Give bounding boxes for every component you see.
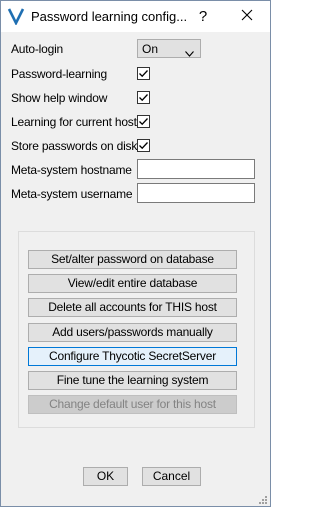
meta-hostname-label: Meta-system hostname [11, 163, 132, 177]
checkmark-icon [139, 142, 148, 150]
add-users-passwords-button[interactable]: Add users/passwords manually [28, 323, 237, 342]
checkmark-icon [139, 94, 148, 102]
chevron-down-icon [185, 46, 194, 57]
checkmark-icon [139, 70, 148, 78]
password-learning-dialog: Password learning config... ? Auto-login… [0, 0, 271, 507]
cancel-button[interactable]: Cancel [142, 467, 201, 486]
meta-username-label: Meta-system username [11, 187, 133, 201]
delete-host-accounts-button[interactable]: Delete all accounts for THIS host [28, 298, 237, 317]
password-learning-label: Password-learning [11, 67, 107, 81]
auto-login-value: On [142, 42, 159, 56]
view-edit-database-button[interactable]: View/edit entire database [28, 274, 237, 293]
fine-tune-learning-button[interactable]: Fine tune the learning system [28, 371, 237, 390]
learning-current-host-checkbox[interactable] [137, 115, 150, 128]
configure-secretserver-button[interactable]: Configure Thycotic SecretServer [28, 347, 237, 366]
title-bar[interactable]: Password learning config... ? [1, 1, 270, 32]
v-logo-icon [7, 7, 25, 26]
help-button[interactable]: ? [189, 4, 217, 28]
checkmark-icon [139, 118, 148, 126]
store-passwords-checkbox[interactable] [137, 139, 150, 152]
resize-grip-icon[interactable] [258, 494, 268, 504]
meta-username-input[interactable] [137, 183, 255, 203]
change-default-user-button: Change default user for this host [28, 395, 237, 414]
close-icon [241, 8, 253, 25]
show-help-window-label: Show help window [11, 91, 108, 105]
close-button[interactable] [233, 4, 261, 28]
password-learning-checkbox[interactable] [137, 67, 150, 80]
ok-button[interactable]: OK [83, 467, 128, 486]
meta-hostname-input[interactable] [137, 159, 255, 179]
auto-login-select[interactable]: On [137, 39, 201, 58]
window-title: Password learning config... [31, 9, 188, 24]
auto-login-label: Auto-login [11, 42, 64, 56]
store-passwords-label: Store passwords on disk [11, 139, 138, 153]
show-help-window-checkbox[interactable] [137, 91, 150, 104]
learning-current-host-label: Learning for current host [11, 115, 137, 129]
set-alter-password-button[interactable]: Set/alter password on database [28, 250, 237, 269]
